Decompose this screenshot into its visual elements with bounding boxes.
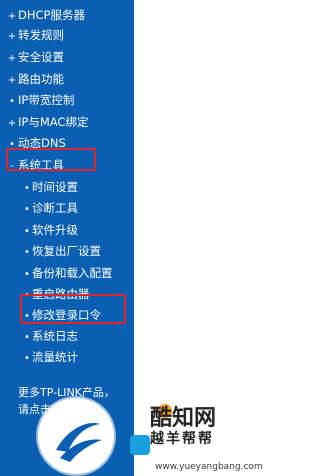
sidebar-item-label: 路由功能 [18,72,64,86]
sidebar-item-bullet-icon: - [10,161,14,172]
sidebar-item-label: IP带宽控制 [18,93,75,107]
sidebar-subitem-bullet-icon: • [24,247,30,258]
sidebar-item-bullet-icon: • [9,139,15,150]
sidebar-subitem-label: 诊断工具 [32,201,78,215]
sidebar-subitem-label: 时间设置 [32,180,78,194]
sidebar-item-5[interactable]: + IP与MAC绑定 [6,111,89,133]
sidebar-subitem-0[interactable]: • 时间设置 [22,176,78,198]
sidebar-subitem-bullet-icon: • [24,353,30,364]
sidebar-subitem-label: 系统日志 [32,329,78,343]
sidebar-item-0[interactable]: + DHCP服务器 [6,4,85,26]
watermark-url: www.yueyangbang.com [155,462,263,472]
sidebar-item-label: 转发规则 [18,28,64,42]
sidebar-item-1[interactable]: + 转发规则 [6,24,64,46]
sidebar-subitem-label: 重启路由器 [32,287,90,301]
sidebar-subitem-4[interactable]: • 备份和载入配置 [22,262,113,284]
sidebar-item-2[interactable]: + 安全设置 [6,46,64,68]
sidebar-subitem-6[interactable]: • 修改登录口令 [22,304,101,326]
sidebar-subitem-label: 备份和载入配置 [32,266,113,280]
sidebar-item-4[interactable]: • IP带宽控制 [6,89,74,111]
sidebar-subitem-1[interactable]: • 诊断工具 [22,197,78,219]
sidebar-item-label: 安全设置 [18,50,64,64]
sidebar-item-label: 动态DNS [18,136,66,150]
sidebar-subitem-5[interactable]: • 重启路由器 [22,283,90,305]
sidebar-item-bullet-icon: + [7,31,17,42]
sidebar-item-label: IP与MAC绑定 [18,115,89,129]
sidebar-subitem-7[interactable]: • 系统日志 [22,325,78,347]
watermark-app-icon [130,435,150,455]
sidebar-item-bullet-icon: • [9,96,15,107]
sidebar-subitem-label: 修改登录口令 [32,308,101,322]
sidebar-item-label: DHCP服务器 [18,8,85,22]
watermark-logo-icon [38,398,114,474]
sidebar-item-6[interactable]: • 动态DNS [6,132,66,154]
sidebar-item-7[interactable]: - 系统工具 [6,154,64,176]
sidebar-subitem-bullet-icon: • [24,204,30,215]
sidebar-subitem-label: 恢复出厂设置 [32,244,101,258]
sidebar-item-bullet-icon: + [7,53,17,64]
sidebar-subitem-label: 流量统计 [32,350,78,364]
sidebar-subitem-8[interactable]: • 流量统计 [22,346,78,368]
sidebar-subitem-3[interactable]: • 恢复出厂设置 [22,240,101,262]
sidebar-subitem-label: 软件升级 [32,223,78,237]
sidebar-subitem-2[interactable]: • 软件升级 [22,219,78,241]
sidebar-item-label: 系统工具 [18,158,64,172]
watermark-brand-secondary: 越羊帮帮 [150,431,214,447]
sidebar-item-3[interactable]: + 路由功能 [6,68,64,90]
